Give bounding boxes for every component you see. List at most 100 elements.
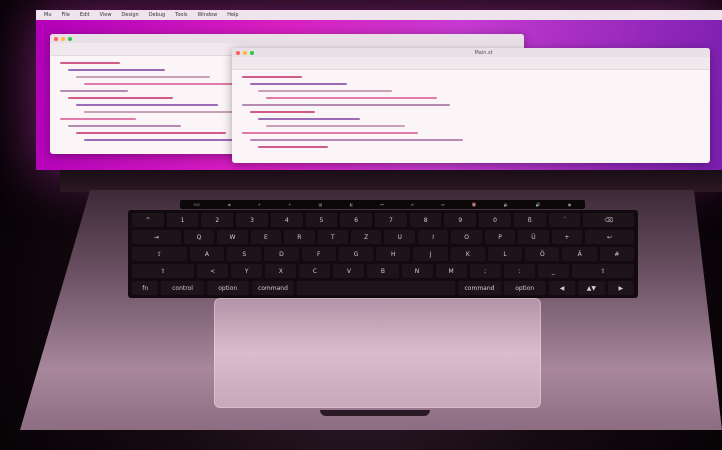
key[interactable]: ↩: [585, 230, 634, 244]
key[interactable]: L: [487, 247, 523, 261]
key[interactable]: Y: [231, 264, 263, 278]
key[interactable]: 0: [479, 213, 511, 227]
key[interactable]: K: [450, 247, 485, 261]
key[interactable]: control: [161, 281, 204, 295]
window-titlebar[interactable]: [50, 34, 524, 43]
touchbar-key[interactable]: ▦: [319, 202, 323, 207]
minimize-icon[interactable]: [243, 50, 247, 55]
space-key[interactable]: [297, 281, 456, 295]
key[interactable]: C: [299, 264, 331, 278]
touchbar-key[interactable]: ◧: [349, 202, 353, 207]
key[interactable]: 5: [305, 213, 338, 227]
code-line: [76, 104, 218, 106]
key[interactable]: fn: [132, 281, 159, 295]
key[interactable]: M: [435, 264, 467, 278]
key[interactable]: ▶: [607, 281, 634, 295]
zoom-icon[interactable]: [250, 50, 254, 55]
key[interactable]: Ü: [518, 230, 549, 244]
key[interactable]: ▲▼: [578, 281, 605, 295]
key[interactable]: X: [265, 264, 297, 278]
key[interactable]: 9: [444, 213, 477, 227]
key[interactable]: #: [599, 247, 635, 261]
key[interactable]: Ä: [562, 247, 597, 261]
key[interactable]: R: [284, 230, 315, 244]
touchbar-key[interactable]: esc: [194, 202, 201, 207]
key[interactable]: Z: [351, 230, 382, 244]
touchbar-key[interactable]: ◀: [227, 202, 230, 207]
key[interactable]: ß: [513, 213, 546, 227]
key[interactable]: N: [401, 264, 433, 278]
key[interactable]: F: [301, 247, 336, 261]
key[interactable]: A: [189, 247, 225, 261]
key[interactable]: ◀: [548, 281, 576, 295]
editor-window-front[interactable]: Main.st: [232, 48, 710, 163]
menu-item[interactable]: Help: [227, 12, 238, 18]
menu-item[interactable]: Debug: [149, 12, 165, 18]
touchbar-key[interactable]: ●: [568, 202, 572, 207]
key[interactable]: V: [333, 264, 365, 278]
key[interactable]: ⇪: [132, 247, 187, 261]
key[interactable]: ´: [548, 213, 581, 227]
key[interactable]: ;: [469, 264, 501, 278]
menu-item[interactable]: Design: [121, 12, 138, 18]
close-icon[interactable]: [54, 36, 58, 41]
menu-item[interactable]: File: [61, 12, 69, 18]
key[interactable]: command: [251, 281, 295, 295]
key[interactable]: <: [197, 264, 229, 278]
window-titlebar[interactable]: Main.st: [232, 48, 710, 57]
laptop-hinge: [60, 170, 722, 192]
zoom-icon[interactable]: [68, 36, 72, 41]
key[interactable]: Q: [183, 230, 215, 244]
touch-bar[interactable]: esc ◀ ☀ ☀ ▦ ◧ ⏮ ⏯ ⏭ 🔇 🔉 🔊 ●: [180, 200, 585, 209]
key[interactable]: ⇧: [132, 264, 195, 278]
menu-item[interactable]: Edit: [80, 12, 90, 18]
menu-item[interactable]: View: [100, 12, 112, 18]
key[interactable]: ^: [132, 213, 164, 227]
touchbar-key[interactable]: 🔇: [472, 202, 477, 207]
touchbar-key[interactable]: ⏮: [380, 202, 384, 207]
key[interactable]: 3: [236, 213, 268, 227]
key[interactable]: G: [338, 247, 374, 261]
menu-item[interactable]: Tools: [175, 12, 187, 18]
key[interactable]: ⌫: [583, 213, 635, 227]
key[interactable]: 1: [166, 213, 199, 227]
touchbar-key[interactable]: ☀: [257, 202, 261, 207]
key[interactable]: Ö: [525, 247, 560, 261]
touchbar-key[interactable]: ☀: [288, 202, 292, 207]
key[interactable]: option: [206, 281, 249, 295]
key[interactable]: ⇧: [571, 264, 634, 278]
key[interactable]: option: [503, 281, 546, 295]
key[interactable]: P: [484, 230, 516, 244]
touchbar-key[interactable]: 🔉: [504, 202, 509, 207]
key[interactable]: _: [537, 264, 569, 278]
key[interactable]: ⇥: [132, 230, 181, 244]
key[interactable]: W: [217, 230, 248, 244]
key[interactable]: 7: [375, 213, 407, 227]
key[interactable]: B: [367, 264, 399, 278]
key[interactable]: D: [264, 247, 299, 261]
touchbar-key[interactable]: ⏭: [441, 202, 445, 207]
touchbar-key[interactable]: 🔊: [536, 202, 541, 207]
menu-item[interactable]: Mu: [44, 12, 51, 18]
key[interactable]: 6: [340, 213, 373, 227]
key[interactable]: T: [317, 230, 348, 244]
key[interactable]: J: [413, 247, 448, 261]
key[interactable]: :: [503, 264, 535, 278]
key[interactable]: command: [458, 281, 501, 295]
key[interactable]: U: [384, 230, 415, 244]
key[interactable]: H: [376, 247, 411, 261]
close-icon[interactable]: [236, 50, 240, 55]
key[interactable]: I: [417, 230, 449, 244]
key[interactable]: 4: [270, 213, 303, 227]
key[interactable]: S: [227, 247, 262, 261]
touchbar-key[interactable]: ⏯: [411, 202, 414, 207]
key[interactable]: 2: [201, 213, 234, 227]
minimize-icon[interactable]: [61, 36, 65, 41]
key[interactable]: E: [250, 230, 282, 244]
key[interactable]: +: [551, 230, 583, 244]
menu-item[interactable]: Window: [197, 12, 217, 18]
key[interactable]: O: [451, 230, 482, 244]
key[interactable]: 8: [409, 213, 442, 227]
laptop-front-notch: [320, 410, 430, 416]
trackpad[interactable]: [214, 298, 541, 408]
